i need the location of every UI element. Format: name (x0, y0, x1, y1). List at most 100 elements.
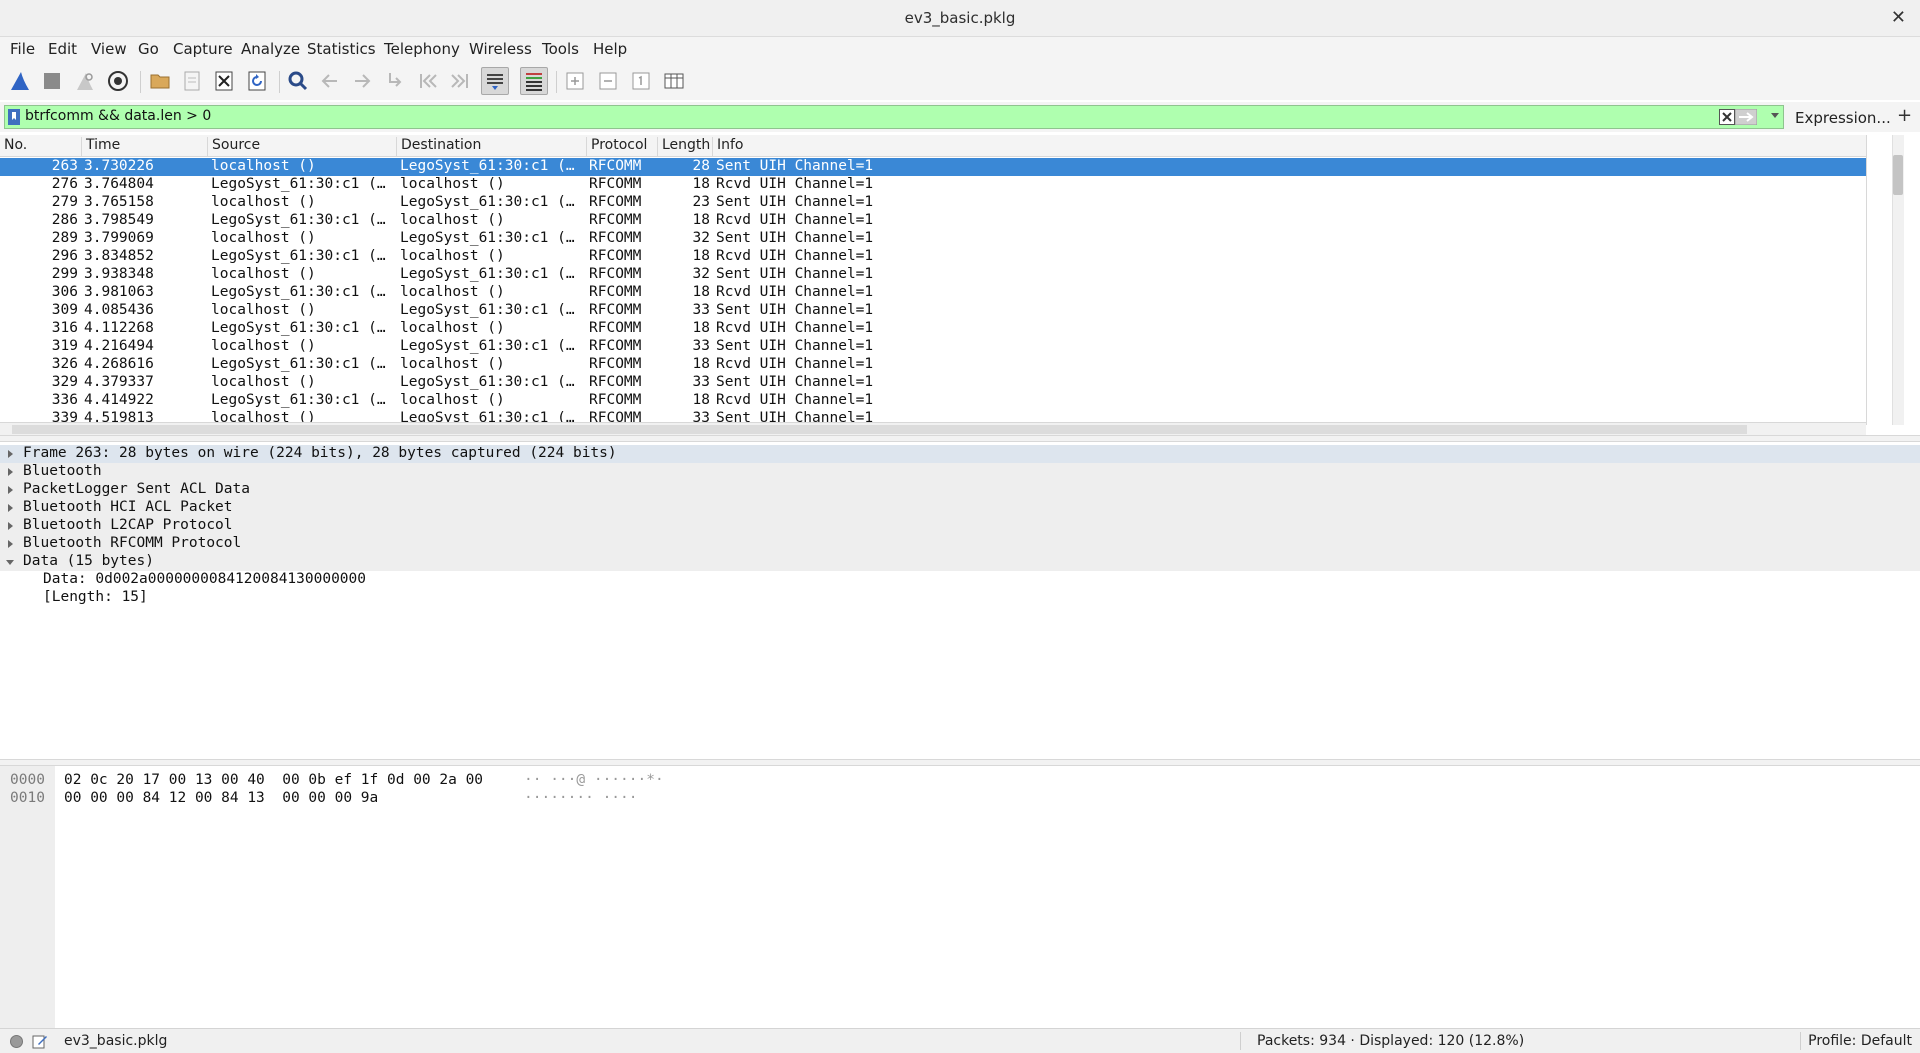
last-packet-icon[interactable] (446, 67, 474, 95)
tree-item[interactable]: Bluetooth (0, 463, 1920, 481)
expand-down-arrow-icon[interactable] (6, 560, 14, 565)
tree-item[interactable]: PacketLogger Sent ACL Data (0, 481, 1920, 499)
table-row[interactable]: 286 3.798549 LegoSyst_61:30:c1 (… localhost… (0, 212, 1866, 230)
bookmark-icon[interactable] (7, 109, 21, 125)
table-row[interactable]: 299 3.938348 localhost () LegoSyst_61:30:c1… (0, 266, 1866, 284)
cell-no: 306 (51, 284, 78, 300)
column-header-info[interactable]: Info (713, 137, 1866, 157)
scrollbar-thumb[interactable] (12, 425, 1747, 434)
tree-item[interactable]: [Length: 15] (0, 589, 1920, 607)
goto-packet-icon[interactable] (381, 67, 409, 95)
first-packet-icon[interactable] (414, 67, 442, 95)
search-icon[interactable] (284, 67, 312, 95)
hex-ascii[interactable]: ········ ···· (524, 790, 638, 806)
menu-edit[interactable]: Edit (48, 40, 77, 58)
tree-item[interactable]: Bluetooth L2CAP Protocol (0, 517, 1920, 535)
window-title: ev3_basic.pklg (904, 9, 1016, 27)
add-filter-button[interactable]: + (1897, 105, 1912, 126)
shark-fin-start-icon[interactable] (6, 67, 34, 95)
expression-button[interactable]: Expression... (1795, 109, 1891, 127)
cell-proto: RFCOMM (589, 248, 642, 264)
table-row[interactable]: 316 4.112268 LegoSyst_61:30:c1 (… localhost… (0, 320, 1866, 338)
table-row[interactable]: 263 3.730226 localhost () LegoSyst_61:30:c1… (0, 158, 1866, 176)
expand-right-arrow-icon[interactable] (8, 468, 13, 476)
tree-item[interactable]: Data (15 bytes) (0, 553, 1920, 571)
clear-filter-icon[interactable] (1719, 109, 1735, 125)
column-header-no[interactable]: No. (0, 137, 82, 157)
table-row[interactable]: 336 4.414922 LegoSyst_61:30:c1 (… localhost… (0, 392, 1866, 410)
table-row[interactable]: 329 4.379337 localhost () LegoSyst_61:30:c1… (0, 374, 1866, 392)
open-folder-icon[interactable] (146, 67, 174, 95)
packet-list-horizontal-scrollbar[interactable] (0, 422, 1866, 435)
menu-file[interactable]: File (10, 40, 35, 58)
menu-statistics[interactable]: Statistics (307, 40, 376, 58)
menu-capture[interactable]: Capture (173, 40, 233, 58)
cell-info: Sent UIH Channel=1 (716, 302, 874, 318)
menu-go[interactable]: Go (138, 40, 159, 58)
column-header-protocol[interactable]: Protocol (587, 137, 658, 157)
table-row[interactable]: 306 3.981063 LegoSyst_61:30:c1 (… localhost… (0, 284, 1866, 302)
reload-icon[interactable] (243, 67, 271, 95)
cell-proto: RFCOMM (589, 230, 642, 246)
table-row[interactable]: 319 4.216494 localhost () LegoSyst_61:30:c1… (0, 338, 1866, 356)
expand-right-arrow-icon[interactable] (8, 504, 13, 512)
hex-ascii[interactable]: ·· ···@ ······*· (524, 772, 664, 788)
cell-dst: localhost () (400, 320, 505, 336)
filter-history-dropdown-icon[interactable] (1771, 113, 1779, 118)
edit-comment-icon[interactable] (32, 1033, 48, 1049)
menu-telephony[interactable]: Telephony (384, 40, 460, 58)
autoscroll-icon[interactable] (481, 67, 509, 95)
menu-view[interactable]: View (91, 40, 127, 58)
back-arrow-icon[interactable] (316, 67, 344, 95)
normal-size-icon[interactable] (627, 67, 655, 95)
column-header-source[interactable]: Source (208, 137, 397, 157)
column-header-time[interactable]: Time (82, 137, 208, 157)
apply-filter-arrow-icon[interactable] (1734, 108, 1758, 126)
expand-right-arrow-icon[interactable] (8, 450, 13, 458)
forward-arrow-icon[interactable] (348, 67, 376, 95)
zoom-out-icon[interactable] (594, 67, 622, 95)
column-header-destination[interactable]: Destination (397, 137, 587, 157)
tree-item-label: PacketLogger Sent ACL Data (23, 481, 250, 497)
menu-analyze[interactable]: Analyze (241, 40, 300, 58)
resize-columns-icon[interactable] (660, 67, 688, 95)
expand-right-arrow-icon[interactable] (8, 486, 13, 494)
close-window-icon[interactable]: ✕ (1891, 7, 1906, 28)
table-row[interactable]: 309 4.085436 localhost () LegoSyst_61:30:c1… (0, 302, 1866, 320)
hex-bytes[interactable]: 02 0c 20 17 00 13 00 40 00 0b ef 1f 0d 0… (64, 772, 483, 788)
menu-wireless[interactable]: Wireless (469, 40, 532, 58)
filter-text[interactable]: btrfcomm && data.len > 0 (25, 108, 211, 124)
cell-info: Sent UIH Channel=1 (716, 266, 874, 282)
column-header-length[interactable]: Length (658, 137, 713, 157)
colorize-icon[interactable] (520, 67, 548, 95)
table-row[interactable]: 279 3.765158 localhost () LegoSyst_61:30:c1… (0, 194, 1866, 212)
display-filter-input[interactable]: btrfcomm && data.len > 0 (4, 105, 1784, 129)
tree-item[interactable]: Data: 0d002a0000000084120084130000000 (0, 571, 1920, 589)
table-row[interactable]: 276 3.764804 LegoSyst_61:30:c1 (… localhost… (0, 176, 1866, 194)
profile-selector[interactable]: Profile: Default (1808, 1033, 1912, 1049)
restart-fin-icon[interactable] (71, 67, 99, 95)
scrollbar-thumb[interactable] (1893, 155, 1903, 195)
zoom-in-icon[interactable] (561, 67, 589, 95)
tree-item[interactable]: Bluetooth HCI ACL Packet (0, 499, 1920, 517)
menu-help[interactable]: Help (593, 40, 627, 58)
tree-item[interactable]: Frame 263: 28 bytes on wire (224 bits), … (0, 445, 1920, 463)
gear-options-icon[interactable] (104, 67, 132, 95)
cell-src: localhost () (211, 302, 316, 318)
menu-tools[interactable]: Tools (542, 40, 579, 58)
tree-item[interactable]: Bluetooth RFCOMM Protocol (0, 535, 1920, 553)
expand-right-arrow-icon[interactable] (8, 540, 13, 548)
cell-time: 3.798549 (84, 212, 154, 228)
table-row[interactable]: 296 3.834852 LegoSyst_61:30:c1 (… localhost… (0, 248, 1866, 266)
expert-info-led-icon[interactable] (10, 1035, 23, 1048)
packet-list-vertical-scrollbar[interactable] (1866, 135, 1906, 425)
tree-item-label: Frame 263: 28 bytes on wire (224 bits), … (23, 445, 617, 461)
table-row[interactable]: 289 3.799069 localhost () LegoSyst_61:30:c1… (0, 230, 1866, 248)
close-file-icon[interactable] (210, 67, 238, 95)
stop-square-icon[interactable] (38, 67, 66, 95)
table-row[interactable]: 326 4.268616 LegoSyst_61:30:c1 (… localhost… (0, 356, 1866, 374)
expand-right-arrow-icon[interactable] (8, 522, 13, 530)
cell-no: 289 (51, 230, 78, 246)
hex-bytes[interactable]: 00 00 00 84 12 00 84 13 00 00 00 9a (64, 790, 378, 806)
file-save-icon[interactable] (178, 67, 206, 95)
